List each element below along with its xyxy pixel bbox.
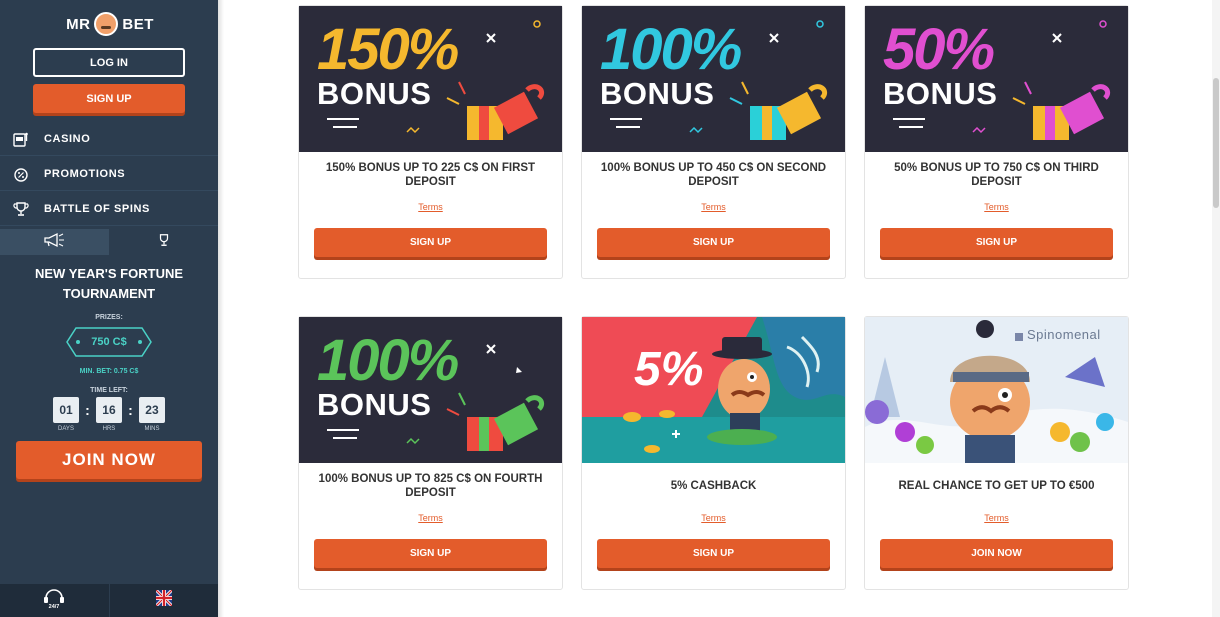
- offer-signup-button[interactable]: SIGN UP: [314, 228, 547, 257]
- nav-item-casino[interactable]: CASINO: [0, 122, 218, 156]
- slot-machine-icon: [12, 130, 30, 148]
- terms-link[interactable]: Terms: [299, 202, 562, 212]
- logo-text-left: MR: [66, 15, 91, 33]
- offer-signup-button[interactable]: SIGN UP: [880, 228, 1113, 257]
- offer-signup-button[interactable]: SIGN UP: [597, 539, 830, 568]
- timer-hours: 16 HRS: [95, 397, 122, 437]
- gift-box-icon: [610, 20, 828, 140]
- scrollbar-thumb[interactable]: [1213, 78, 1219, 208]
- offer-banner[interactable]: 150% BONUS: [299, 6, 562, 152]
- sidebar: MR BET LOG IN SIGN UP CASINO PROMOTIONS …: [0, 0, 218, 617]
- offer-banner[interactable]: Spinomenal: [865, 317, 1128, 463]
- terms-link[interactable]: Terms: [582, 202, 845, 212]
- offer-title: 5% CASHBACK: [670, 480, 757, 492]
- join-now-button[interactable]: JOIN NOW: [16, 441, 202, 479]
- offer-join-button[interactable]: JOIN NOW: [880, 539, 1113, 568]
- support-24-7-icon: 24/7: [42, 587, 66, 614]
- percent-badge-icon: [12, 165, 30, 183]
- gift-box-icon: [327, 20, 545, 140]
- terms-link[interactable]: Terms: [865, 513, 1128, 523]
- megaphone-icon: [43, 232, 67, 253]
- tab-tournaments[interactable]: [0, 229, 109, 255]
- tournament-title: NEW YEAR'S FORTUNE TOURNAMENT: [34, 266, 184, 301]
- tab-leaderboard[interactable]: [109, 229, 218, 255]
- timer-value: 16: [95, 397, 122, 423]
- offer-signup-button[interactable]: SIGN UP: [314, 539, 547, 568]
- offer-title: 100% BONUS UP TO 825 C$ ON FOURTH DEPOSI…: [318, 473, 543, 499]
- mascot-face-icon: [94, 12, 119, 36]
- page-scrollbar[interactable]: [1212, 0, 1220, 617]
- trophy-icon: [157, 233, 171, 252]
- offer-card: 100% BONUS 100% BONUS UP TO 450 C$ ON SE…: [581, 5, 846, 279]
- nav-item-battle-of-spins[interactable]: BATTLE OF SPINS: [0, 192, 218, 226]
- terms-link[interactable]: Terms: [299, 513, 562, 523]
- time-left-label: TIME LEFT:: [90, 387, 128, 394]
- gift-box-icon: [893, 20, 1111, 140]
- timer-days: 01 DAYS: [53, 397, 79, 437]
- min-bet: MIN. BET: 0.75 C$: [79, 368, 139, 375]
- offer-banner[interactable]: 50% BONUS: [865, 6, 1128, 152]
- prizes-label: PRIZES:: [95, 314, 123, 321]
- offer-title: REAL CHANCE TO GET UP TO €500: [898, 480, 1095, 492]
- offer-card: 150% BONUS 150% BONUS UP TO 225 C$ ON FI…: [298, 5, 563, 279]
- nav-item-promotions[interactable]: PROMOTIONS: [0, 157, 218, 191]
- signup-button[interactable]: SIGN UP: [33, 84, 185, 113]
- logo-text-right: BET: [122, 15, 154, 33]
- offer-signup-button[interactable]: SIGN UP: [597, 228, 830, 257]
- nav-label: PROMOTIONS: [44, 167, 126, 180]
- timer-value: 01: [53, 397, 79, 423]
- offer-card: 100% BONUS 100% BONUS UP TO 825 C$ ON FO…: [298, 316, 563, 590]
- nav-label: CASINO: [44, 132, 91, 145]
- sidebar-footer: 24/7: [0, 584, 218, 617]
- trophy-icon: [12, 200, 30, 218]
- login-button[interactable]: LOG IN: [33, 48, 185, 77]
- offer-card: 5% 5% CASHBACK Terms SIGN UP: [581, 316, 846, 590]
- countdown-timer: 01 DAYS : 16 HRS : 23 MINS: [53, 397, 165, 437]
- offer-banner[interactable]: 100% BONUS: [299, 317, 562, 463]
- logo[interactable]: MR BET: [60, 10, 160, 38]
- timer-caption: DAYS: [58, 426, 74, 432]
- nav-label: BATTLE OF SPINS: [44, 202, 150, 215]
- app: MR BET LOG IN SIGN UP CASINO PROMOTIONS …: [0, 0, 1220, 617]
- uk-flag-icon: [154, 588, 173, 611]
- tournament-tabs: [0, 229, 218, 255]
- sidebar-shadow: [218, 0, 224, 617]
- timer-value: 23: [138, 397, 165, 423]
- prize-value: 750 C$: [91, 336, 127, 348]
- gift-box-icon: [327, 344, 545, 451]
- offer-card: Spinomenal REAL CHANCE TO GET UP TO €500…: [864, 316, 1129, 590]
- offer-title: 100% BONUS UP TO 450 C$ ON SECOND DEPOSI…: [600, 162, 827, 188]
- offer-title: 50% BONUS UP TO 750 C$ ON THIRD DEPOSIT: [894, 162, 1099, 188]
- terms-link[interactable]: Terms: [865, 202, 1128, 212]
- terms-link[interactable]: Terms: [582, 513, 845, 523]
- timer-separator: :: [85, 402, 90, 418]
- svg-text:24/7: 24/7: [49, 604, 60, 609]
- timer-caption: HRS: [102, 426, 116, 432]
- timer-minutes: 23 MINS: [138, 397, 165, 437]
- offer-banner[interactable]: 5%: [582, 317, 845, 463]
- timer-caption: MINS: [144, 426, 160, 432]
- offer-title: 150% BONUS UP TO 225 C$ ON FIRST DEPOSIT: [325, 162, 536, 188]
- offer-card: 50% BONUS 50% BONUS UP TO 750 C$ ON THIR…: [864, 5, 1129, 279]
- support-button[interactable]: 24/7: [0, 584, 110, 617]
- language-selector[interactable]: [110, 584, 219, 617]
- brand-label: Spinomenal: [1027, 327, 1101, 342]
- banner-percent: 5%: [634, 343, 704, 396]
- timer-separator: :: [128, 402, 133, 418]
- offer-banner[interactable]: 100% BONUS: [582, 6, 845, 152]
- cashback-mascot-illustration: [582, 317, 845, 463]
